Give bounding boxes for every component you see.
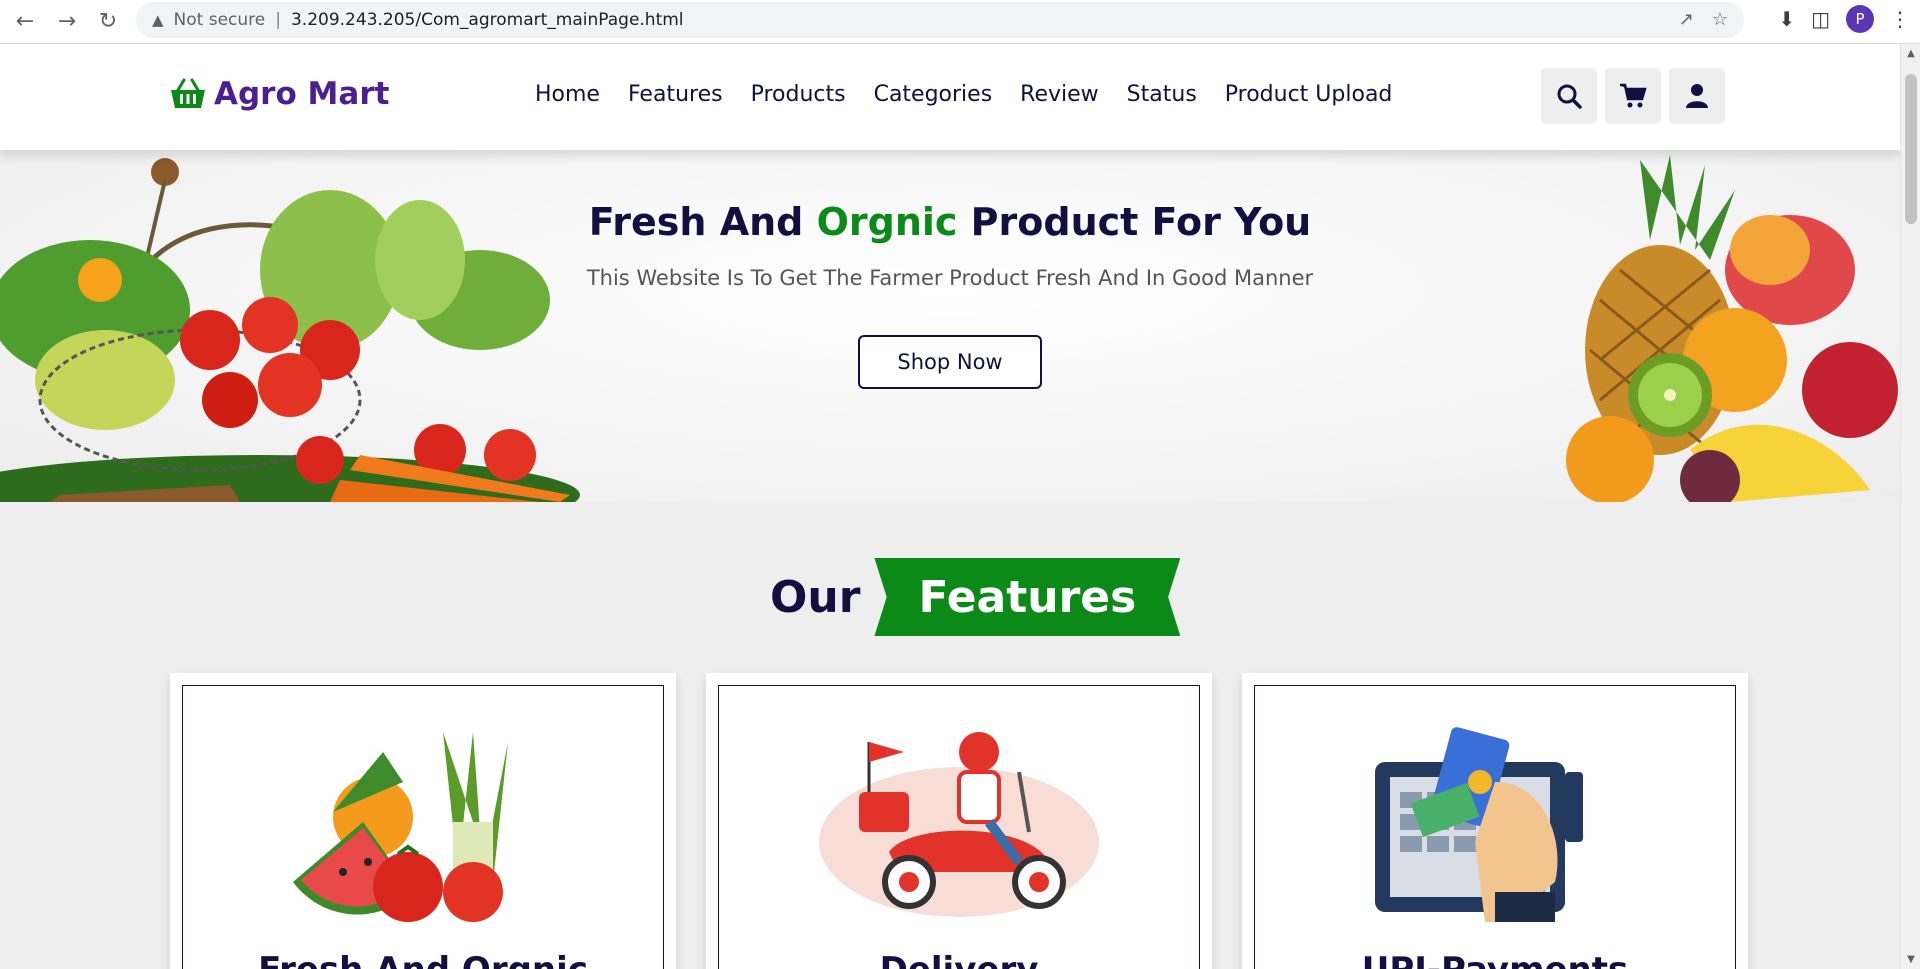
hero-title-part1: Fresh And	[588, 200, 817, 244]
download-icon[interactable]: ⬇	[1778, 7, 1795, 31]
profile-avatar[interactable]: P	[1846, 5, 1874, 33]
hero-title-highlight: Orgnic	[816, 200, 958, 244]
warning-icon: ▲	[152, 11, 164, 29]
browser-toolbar: ← → ↻ ▲ Not secure | 3.209.243.205/Com_a…	[0, 0, 1920, 44]
page-viewport: Agro Mart Home Features Products Categor…	[0, 44, 1900, 969]
divider: |	[275, 10, 281, 30]
search-button[interactable]	[1541, 68, 1597, 124]
user-icon	[1686, 84, 1708, 108]
basket-icon	[171, 78, 205, 108]
scroll-up-arrow-icon[interactable]: ▲	[1901, 48, 1920, 59]
scroll-down-arrow-icon[interactable]: ▼	[1901, 954, 1920, 965]
side-panel-icon[interactable]: ◫	[1811, 7, 1830, 31]
logo-text: Agro Mart	[214, 76, 390, 112]
nav-products[interactable]: Products	[751, 82, 846, 107]
header-icons	[1541, 68, 1725, 124]
features-heading: Our Features	[770, 558, 1181, 636]
main-nav: Home Features Products Categories Review…	[535, 82, 1392, 107]
cart-button[interactable]	[1605, 68, 1661, 124]
search-icon	[1557, 84, 1582, 109]
reload-icon[interactable]: ↻	[93, 6, 123, 36]
security-label: Not secure	[173, 10, 266, 30]
account-button[interactable]	[1669, 68, 1725, 124]
page-scrollbar[interactable]: ▲ ▼	[1900, 44, 1920, 969]
features-cards: Fresh And Orgnic	[170, 673, 1748, 969]
nav-review[interactable]: Review	[1020, 82, 1099, 107]
feature-card-title: Fresh And Orgnic	[183, 950, 663, 969]
menu-kebab-icon[interactable]: ⋮	[1890, 7, 1910, 31]
address-bar[interactable]: ▲ Not secure | 3.209.243.205/Com_agromar…	[136, 2, 1744, 38]
delivery-scooter-icon	[819, 732, 1099, 917]
scrollbar-thumb[interactable]	[1905, 74, 1917, 224]
nav-home[interactable]: Home	[535, 82, 600, 107]
vegetables-icon	[293, 732, 508, 922]
nav-status[interactable]: Status	[1127, 82, 1197, 107]
features-heading-our: Our	[770, 571, 861, 623]
feature-card-upi: UPI-Payments	[1242, 673, 1748, 969]
site-logo[interactable]: Agro Mart	[170, 76, 389, 112]
forward-icon[interactable]: →	[52, 6, 82, 36]
feature-card-fresh: Fresh And Orgnic	[170, 673, 676, 969]
card-payment-icon	[1375, 727, 1583, 922]
fruit-basket-image	[1566, 155, 1898, 502]
site-header: Agro Mart Home Features Products Categor…	[0, 44, 1900, 150]
nav-product-upload[interactable]: Product Upload	[1225, 82, 1393, 107]
nav-features[interactable]: Features	[628, 82, 723, 107]
back-icon[interactable]: ←	[10, 6, 40, 36]
cart-icon	[1620, 83, 1647, 108]
feature-card-title: Delivery	[719, 950, 1199, 969]
share-icon[interactable]: ↗	[1679, 9, 1694, 30]
hero-title-part2: Product For You	[957, 200, 1312, 244]
hero-section: Fresh And Orgnic Product For You This We…	[0, 150, 1900, 502]
feature-card-delivery: Delivery	[706, 673, 1212, 969]
bookmark-star-icon[interactable]: ☆	[1712, 9, 1728, 30]
feature-card-title: UPI-Payments	[1255, 950, 1735, 969]
nav-categories[interactable]: Categories	[874, 82, 993, 107]
shop-now-button[interactable]: Shop Now	[858, 335, 1042, 389]
features-heading-flag: Features	[874, 558, 1181, 636]
url-text[interactable]: 3.209.243.205/Com_agromart_mainPage.html	[291, 10, 684, 30]
